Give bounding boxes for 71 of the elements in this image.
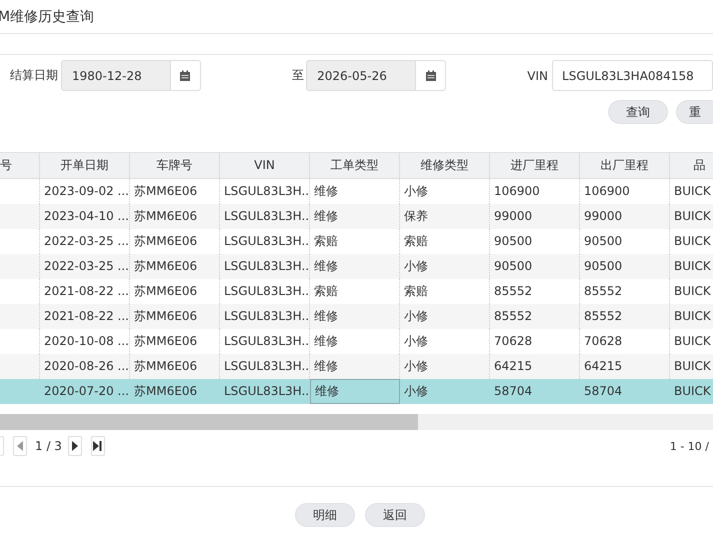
table-cell: 保养 — [400, 204, 490, 229]
table-cell: 维修 — [310, 304, 400, 329]
column-header[interactable]: 开单日期 — [40, 153, 130, 178]
table-cell: BUICK — [670, 204, 713, 229]
table-cell: 90500 — [580, 254, 670, 279]
right-triangle-icon — [72, 441, 78, 451]
table-cell: 维修 — [310, 379, 400, 404]
calendar-button[interactable] — [416, 60, 446, 91]
table-cell: 苏MM6E06 — [130, 379, 220, 404]
table-cell: 维修 — [310, 254, 400, 279]
date-from-field[interactable]: 1980-12-28 — [61, 60, 171, 91]
column-header[interactable]: 维修类型 — [400, 153, 490, 178]
table-cell: 苏MM6E06 — [130, 254, 220, 279]
column-header[interactable]: 车牌号 — [130, 153, 220, 178]
back-button[interactable]: 返回 — [365, 503, 425, 527]
page-indicator: 1 / 3 — [35, 439, 62, 453]
scrollbar-thumb[interactable] — [0, 414, 418, 430]
table-cell: 小修 — [400, 304, 490, 329]
record-range: 1 - 10 / — [670, 440, 709, 452]
calendar-icon — [179, 70, 192, 82]
column-header[interactable]: 出厂里程 — [580, 153, 670, 178]
scrollbar[interactable] — [0, 414, 713, 430]
table-cell: 苏MM6E06 — [130, 204, 220, 229]
table-cell: 2021-08-22 ... — [40, 304, 130, 329]
table-row[interactable]: 2022-03-25 ... 苏MM6E06 LSGUL83L3H...维修 小修 90500 90500 BUICK — [0, 254, 713, 279]
table-cell: 小修 — [400, 379, 490, 404]
table-cell: 99000 — [580, 204, 670, 229]
left-triangle-icon — [17, 441, 23, 451]
table-cell: LSGUL83L3H... — [220, 204, 310, 229]
table-cell: 维修 — [310, 204, 400, 229]
table-cell: 58704 — [490, 379, 580, 404]
to-label: 至 — [292, 67, 304, 84]
table-cell: 85552 — [490, 304, 580, 329]
table-row[interactable]: 2023-04-10 ... 苏MM6E06 LSGUL83L3H...维修 保养 99000 99000 BUICK — [0, 204, 713, 229]
table-cell: 90500 — [490, 254, 580, 279]
table-cell: 维修 — [310, 354, 400, 379]
table-cell: 58704 — [580, 379, 670, 404]
table-cell: 2022-03-25 ... — [40, 254, 130, 279]
table-cell: BUICK — [670, 254, 713, 279]
last-page-icon — [93, 441, 102, 451]
table-cell: 苏MM6E06 — [130, 304, 220, 329]
calendar-icon — [424, 70, 437, 82]
table-cell: 2023-04-10 ... — [40, 204, 130, 229]
table-cell: 小修 — [400, 254, 490, 279]
last-page-button[interactable] — [90, 436, 105, 456]
date-label: 结算日期 — [10, 67, 58, 84]
table-cell: 2020-07-20 ... — [40, 379, 130, 404]
table-cell: LSGUL83L3H... — [220, 304, 310, 329]
table-cell: BUICK — [670, 304, 713, 329]
column-header[interactable]: 进厂里程 — [490, 153, 580, 178]
table-cell: 85552 — [580, 304, 670, 329]
table-row[interactable]: 2020-08-26 ... 苏MM6E06 LSGUL83L3H...维修 小修 64215 64215 BUICK — [0, 354, 713, 379]
reset-button[interactable]: 重 — [676, 100, 713, 124]
details-button[interactable]: 明细 — [295, 503, 355, 527]
table-cell: LSGUL83L3H... — [220, 379, 310, 404]
search-button[interactable]: 查询 — [608, 100, 668, 124]
vin-label: VIN — [527, 68, 548, 82]
table-cell: BUICK — [670, 379, 713, 404]
vin-field[interactable]: LSGUL83L3HA084158 — [552, 60, 713, 91]
table-cell: LSGUL83L3H... — [220, 254, 310, 279]
column-header[interactable]: 品 — [670, 153, 713, 178]
table-row[interactable]: 2020-07-20 ... 苏MM6E06 LSGUL83L3H... 维修 小修 58704 58704 BUICK — [0, 379, 713, 404]
date-to-field[interactable]: 2026-05-26 — [306, 60, 416, 91]
table-row[interactable]: 2021-08-22 ... 苏MM6E06 LSGUL83L3H...维修 小修 85552 85552 BUICK — [0, 304, 713, 329]
calendar-button[interactable] — [170, 60, 202, 91]
column-header[interactable]: 工单类型 — [310, 153, 400, 178]
next-page-button[interactable] — [68, 436, 82, 456]
table-cell: 99000 — [490, 204, 580, 229]
column-header[interactable]: VIN — [220, 153, 310, 178]
prev-page-button[interactable] — [13, 436, 27, 456]
column-header[interactable]: 号 — [0, 153, 40, 178]
